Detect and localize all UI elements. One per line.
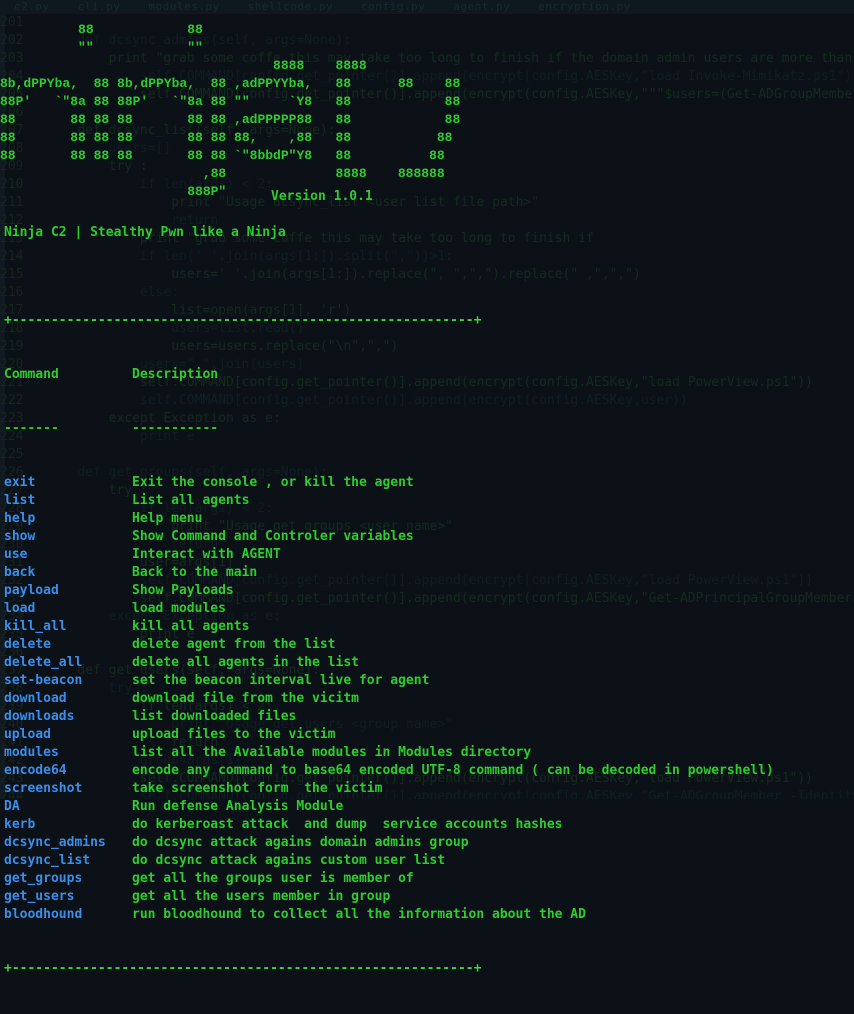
table-row: download download file from the vicitm [4,690,774,708]
command-name[interactable]: get_users [4,888,132,906]
table-row: DA Run defense Analysis Module [4,798,774,816]
command-description: Show Command and Controler variables [132,529,414,544]
table-row: delete delete agent from the list [4,636,774,654]
command-description: take screenshot form the victim [132,781,383,796]
table-row: get_users get all the users member in gro… [4,888,774,906]
command-name[interactable]: downloads [4,708,132,726]
table-row: load load modules [4,600,774,618]
command-name[interactable]: set-beacon [4,672,132,690]
table-row: get_groups get all the groups user is mem… [4,870,774,888]
command-description: get all the users member in group [132,889,391,904]
table-row: modules list all the Available modules in… [4,744,774,762]
command-name[interactable]: back [4,564,132,582]
command-name[interactable]: help [4,510,132,528]
terminal-output: 88 88 "" "" 8888 8888 8b,dPPYba, 88 8b,d… [0,0,854,976]
table-row: screenshot take screenshot form the victi… [4,780,774,798]
table-row: kerb do kerberoast attack and dump servic… [4,816,774,834]
command-name[interactable]: DA [4,798,132,816]
command-name[interactable]: get_groups [4,870,132,888]
table-row: exit Exit the console , or kill the agent [4,474,774,492]
command-description: load modules [132,601,226,616]
table-row: upload upload files to the victim [4,726,774,744]
table-row: show Show Command and Controler variables [4,528,774,546]
table-row: downloads list downloaded files [4,708,774,726]
table-row: kill_all kill all agents [4,618,774,636]
command-name[interactable]: kill_all [4,618,132,636]
help-command-table: +---------------------------------------… [4,276,774,1014]
command-name[interactable]: exit [4,474,132,492]
command-description: Back to the main [132,565,258,580]
table-header-row: Command Description [4,366,774,384]
version-label: Version 1.0.1 [271,189,373,204]
command-description: set the beacon interval live for agent [132,673,430,688]
table-header-underline-row: ------- ----------- [4,420,774,438]
command-description: Interact with AGENT [132,547,281,562]
table-row: list List all agents [4,492,774,510]
command-description: do dcsync attack agains domain admins gr… [132,835,469,850]
command-description: do kerberoast attack and dump service ac… [132,817,563,832]
ascii-art-banner: 88 88 "" "" 8888 8888 8b,dPPYba, 88 8b,d… [0,22,461,199]
command-description: run bloodhound to collect all the inform… [132,907,586,922]
table-row: payload Show Payloads [4,582,774,600]
table-top-border: +---------------------------------------… [4,313,482,328]
command-name[interactable]: show [4,528,132,546]
table-row: set-beacon set the beacon interval live f… [4,672,774,690]
table-row: help Help menu [4,510,774,528]
command-description: download file from the vicitm [132,691,359,706]
command-name[interactable]: delete_all [4,654,132,672]
command-description: kill all agents [132,619,250,634]
column-underline-description: ----------- [132,421,219,436]
table-row: delete_all delete all agents in the list [4,654,774,672]
command-description: encode any command to base64 encoded UTF… [132,763,774,778]
command-name[interactable]: dcsync_list [4,852,132,870]
command-description: delete all agents in the list [132,655,359,670]
column-header-command: Command [4,367,59,382]
command-name[interactable]: bloodhound [4,906,132,924]
table-row: use Interact with AGENT [4,546,774,564]
command-description: upload files to the victim [132,727,336,742]
command-description: list all the Available modules in Module… [132,745,532,760]
command-name[interactable]: download [4,690,132,708]
command-name[interactable]: payload [4,582,132,600]
command-description: delete agent from the list [132,637,336,652]
command-name[interactable]: delete [4,636,132,654]
command-name[interactable]: screenshot [4,780,132,798]
table-row-list: exit Exit the console , or kill the agent… [4,474,774,924]
table-row: dcsync_list do dcsync attack agains custo… [4,852,774,870]
command-name[interactable]: kerb [4,816,132,834]
app-tagline: Ninja C2 | Stealthy Pwn like a Ninja [4,225,286,240]
command-description: List all agents [132,493,250,508]
command-name[interactable]: load [4,600,132,618]
table-bottom-border: +---------------------------------------… [4,961,482,976]
table-row: back Back to the main [4,564,774,582]
command-description: Exit the console , or kill the agent [132,475,414,490]
command-description: Show Payloads [132,583,234,598]
command-name[interactable]: modules [4,744,132,762]
table-row: bloodhound run bloodhound to collect all … [4,906,774,924]
command-name[interactable]: dcsync_admins [4,834,132,852]
command-name[interactable]: upload [4,726,132,744]
command-name[interactable]: list [4,492,132,510]
command-description: Run defense Analysis Module [132,799,344,814]
command-name[interactable]: encode64 [4,762,132,780]
column-header-description: Description [132,367,219,382]
table-row: encode64 encode any command to base64 enc… [4,762,774,780]
command-description: do dcsync attack agains custom user list [132,853,446,868]
command-description: get all the groups user is member of [132,871,414,886]
command-description: Help menu [132,511,203,526]
table-row: dcsync_admins do dcsync attack agains dom… [4,834,774,852]
command-description: list downloaded files [132,709,297,724]
command-name[interactable]: use [4,546,132,564]
column-underline-command: ------- [4,421,59,436]
